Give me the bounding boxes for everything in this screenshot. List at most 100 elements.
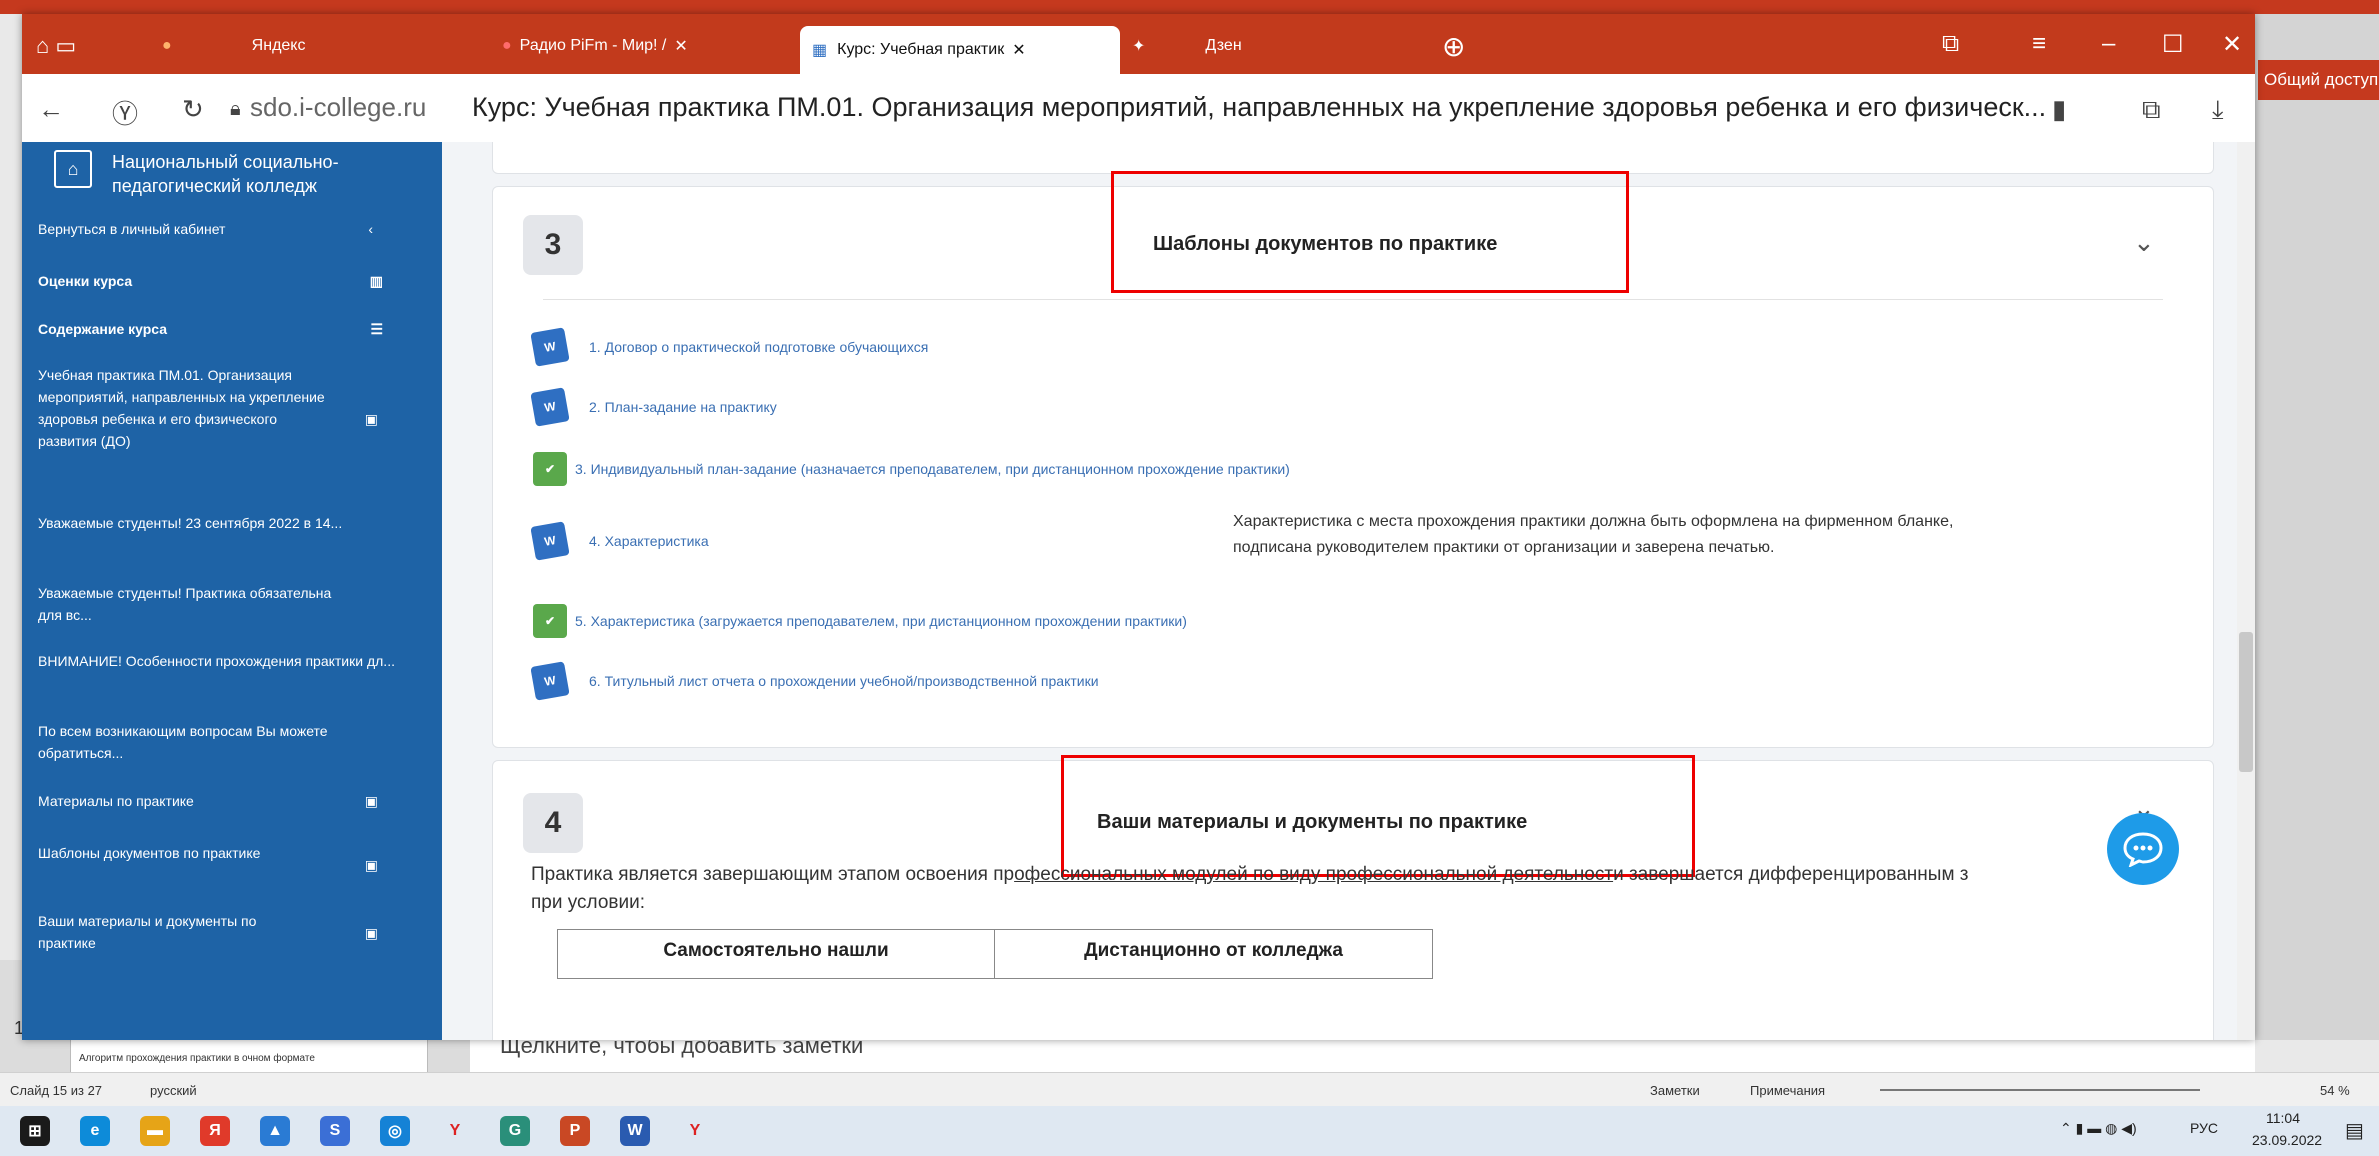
home-icon[interactable]: ⌂ ▭: [36, 24, 76, 68]
menu-icon[interactable]: ≡: [2032, 30, 2046, 58]
ppt-status-bar: Слайд 15 из 27 русский Заметки Примечани…: [0, 1072, 2379, 1107]
doc-link-row[interactable]: W 6. Титульный лист отчета о прохождении…: [530, 661, 1099, 701]
sidebar-item-contents[interactable]: Содержание курса ☰: [38, 318, 393, 340]
doc-link-row[interactable]: W 4. Характеристика: [530, 521, 709, 561]
sidebar-item-practice-section[interactable]: Учебная практика ПМ.01. Организация меро…: [38, 364, 378, 452]
dzen-tab-icon: ✦: [1132, 38, 1146, 55]
doc-link-row[interactable]: W 2. План-задание на практику: [530, 387, 777, 427]
page-scrollbar[interactable]: [2237, 142, 2255, 1040]
word-doc-icon: W: [530, 327, 570, 367]
download-icon[interactable]: ⤓: [2212, 94, 2224, 126]
clock-date[interactable]: 23.09.2022: [2252, 1132, 2322, 1148]
assignment-check-icon: ✔: [533, 452, 567, 486]
yandex-icon[interactable]: Я: [200, 1116, 230, 1146]
new-tab-icon[interactable]: ⊕: [1442, 24, 1465, 68]
yandex-logo-icon[interactable]: Ⓨ: [112, 94, 138, 131]
bookmark-icon[interactable]: ▮: [2052, 94, 2066, 125]
photos-icon[interactable]: ▲: [260, 1116, 290, 1146]
url-text[interactable]: sdo.i-college.ru: [250, 92, 426, 123]
windows-taskbar: ⊞ e ▬ Я ▲ S ◎ Y G P W Y ⌃ ▮ ▬ ◍ ◀) РУС 1…: [0, 1106, 2379, 1156]
sidebar-item-label: Содержание курса: [38, 321, 168, 337]
section-number: 4: [523, 793, 583, 853]
zoom-level[interactable]: 54 %: [2320, 1083, 2350, 1098]
powerpoint-icon[interactable]: P: [560, 1116, 590, 1146]
slide-thumbnail-title: Алгоритм прохождения практики в очном фо…: [79, 1053, 315, 1064]
sidebar-item-templates[interactable]: Шаблоны документов по практике ▣: [38, 842, 378, 873]
tab-yandex[interactable]: ● Яндекс: [162, 24, 412, 68]
yandex-browser-icon-2[interactable]: Y: [680, 1116, 710, 1146]
para-underlined: офессиональных модулей по виду профессио…: [1014, 864, 1614, 885]
doc-link[interactable]: 3. Индивидуальный план-задание (назначае…: [575, 461, 1290, 477]
scrollbar-thumb[interactable]: [2239, 632, 2253, 772]
section-icon: ▣: [364, 857, 378, 873]
course-content: 3 Шаблоны документов по практике ⌄ W 1. …: [442, 142, 2255, 1040]
para-text: и завершается дифференцированным з: [1613, 864, 1969, 885]
back-icon[interactable]: ←: [38, 94, 64, 125]
tab-radio[interactable]: ● Радио PiFm - Мир! / ✕: [502, 24, 802, 68]
page-title[interactable]: Курс: Учебная практика ПМ.01. Организаци…: [472, 92, 2046, 123]
yandex-browser-icon[interactable]: Y: [440, 1116, 470, 1146]
sidebar-item-label: Ваши материалы и документы по практике: [38, 913, 257, 951]
chat-button[interactable]: [2107, 813, 2179, 885]
collections-icon[interactable]: ⧉: [1942, 30, 1959, 58]
sidebar-item-back[interactable]: Вернуться в личный кабинет ‹: [38, 218, 393, 240]
sidebar-item-your-materials[interactable]: Ваши материалы и документы по практике ▣: [38, 910, 378, 954]
course-sidebar: ⌂ Национальный социально-педагогический …: [22, 142, 442, 1040]
characteristic-note: Характеристика с места прохождения практ…: [1233, 509, 1953, 561]
doc-link-row[interactable]: ✔ 3. Индивидуальный план-задание (назнач…: [533, 449, 1290, 489]
chevron-down-icon[interactable]: ⌄: [2133, 227, 2155, 258]
sidebar-item-announcement-1[interactable]: Уважаемые студенты! 23 сентября 2022 в 1…: [38, 512, 408, 534]
minimize-icon[interactable]: –: [2102, 30, 2115, 58]
chevron-left-icon: ‹: [368, 221, 373, 237]
reload-icon[interactable]: ↻: [182, 94, 204, 125]
maximize-icon[interactable]: ☐: [2162, 30, 2184, 59]
word-icon[interactable]: W: [620, 1116, 650, 1146]
ppt-right-pane: [2255, 14, 2379, 1040]
status-notes-button[interactable]: Заметки: [1650, 1083, 1700, 1098]
browser-icon[interactable]: ◎: [380, 1116, 410, 1146]
tray-icons[interactable]: ⌃ ▮ ▬ ◍ ◀): [2060, 1120, 2137, 1137]
browser-window: ⌂ ▭ ● Яндекс ● Радио PiFm - Мир! / ✕ ▦ К…: [22, 14, 2255, 1040]
list-icon: ☰: [370, 321, 383, 337]
extensions-icon[interactable]: ⧉: [2142, 94, 2161, 126]
tab-course-active[interactable]: ▦ Курс: Учебная практик ✕: [800, 26, 1120, 74]
doc-link[interactable]: 2. План-задание на практику: [589, 399, 777, 415]
grades-icon: ▥: [369, 273, 383, 289]
sidebar-item-attention[interactable]: ВНИМАНИЕ! Особенности прохождения практи…: [38, 650, 408, 672]
share-button[interactable]: Общий доступ: [2258, 60, 2379, 100]
clock-time[interactable]: 11:04: [2266, 1110, 2300, 1126]
doc-link[interactable]: 6. Титульный лист отчета о прохождении у…: [589, 673, 1099, 689]
close-tab-icon[interactable]: ✕: [1012, 40, 1025, 60]
notifications-icon[interactable]: ▤: [2345, 1118, 2364, 1143]
close-window-icon[interactable]: ✕: [2222, 30, 2242, 59]
sidebar-item-grades[interactable]: Оценки курса ▥: [38, 270, 393, 292]
sidebar-item-materials[interactable]: Материалы по практике ▣: [38, 790, 378, 812]
annotation-highlight: [1061, 755, 1695, 877]
edge-icon[interactable]: e: [80, 1116, 110, 1146]
doc-link[interactable]: 1. Договор о практической подготовке обу…: [589, 339, 928, 355]
status-comments-button[interactable]: Примечания: [1750, 1083, 1825, 1098]
teams-icon[interactable]: S: [320, 1116, 350, 1146]
start-icon[interactable]: ⊞: [20, 1116, 50, 1146]
sidebar-item-announcement-2[interactable]: Уважаемые студенты! Практика обязательна…: [38, 582, 348, 626]
doc-link-row[interactable]: W 1. Договор о практической подготовке о…: [530, 327, 928, 367]
sidebar-item-label: Шаблоны документов по практике: [38, 845, 261, 861]
close-tab-icon[interactable]: ✕: [674, 36, 687, 56]
app-icon[interactable]: G: [500, 1116, 530, 1146]
course-tab-icon: ▦: [812, 42, 828, 59]
file-explorer-icon[interactable]: ▬: [140, 1116, 170, 1146]
tray-language[interactable]: РУС: [2190, 1120, 2218, 1136]
section-icon: ▣: [364, 925, 378, 941]
tab-dzen[interactable]: ✦ Дзен: [1132, 24, 1372, 68]
sidebar-item-questions[interactable]: По всем возникающим вопросам Вы можете о…: [38, 720, 398, 764]
doc-link[interactable]: 5. Характеристика (загружается преподава…: [575, 613, 1187, 629]
lock-icon[interactable]: 🔒︎: [230, 98, 241, 121]
doc-link[interactable]: 4. Характеристика: [589, 533, 709, 549]
sidebar-item-label: Учебная практика ПМ.01. Организация меро…: [38, 367, 325, 449]
zoom-slider[interactable]: [1880, 1089, 2200, 1091]
status-language[interactable]: русский: [150, 1083, 197, 1098]
tab-label: Курс: Учебная практик: [837, 41, 1005, 58]
doc-link-row[interactable]: ✔ 5. Характеристика (загружается препода…: [533, 601, 1187, 641]
section-icon: ▣: [364, 411, 378, 427]
section-number: 3: [523, 215, 583, 275]
